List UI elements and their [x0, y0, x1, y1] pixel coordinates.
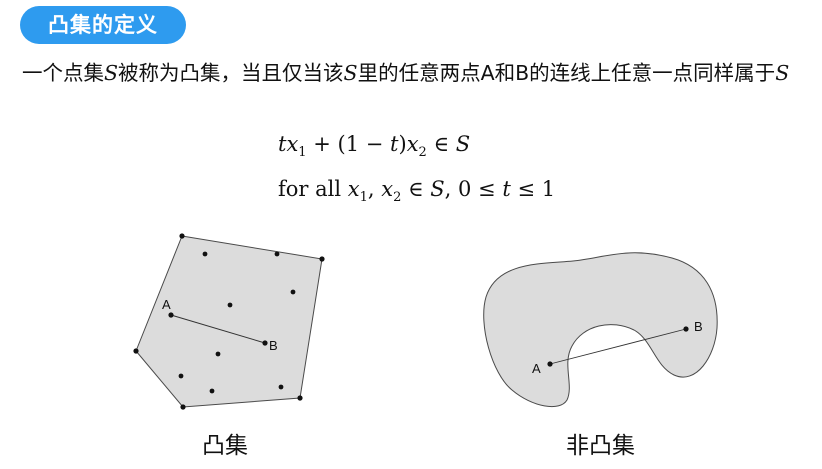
- interior-point: [215, 351, 221, 357]
- nonconvex-caption: 非凸集: [566, 433, 635, 459]
- interior-point: [178, 373, 184, 379]
- vertex-point: [297, 395, 303, 401]
- convex-set-figure: A B: [133, 233, 325, 410]
- diagram-canvas: A B A B: [133, 233, 718, 410]
- convex-caption: 凸集: [202, 433, 248, 459]
- convex-polygon: [135, 235, 323, 408]
- vertex-point: [319, 256, 325, 262]
- label-a: A: [532, 361, 541, 376]
- interior-point: [209, 388, 215, 394]
- vertex-point: [133, 348, 139, 354]
- point-a: [547, 361, 553, 367]
- point-a: [168, 312, 174, 318]
- point-b: [683, 326, 689, 332]
- interior-point: [274, 251, 280, 257]
- interior-point: [202, 251, 208, 257]
- label-b: B: [269, 338, 278, 353]
- interior-point: [278, 384, 284, 390]
- vertex-point: [180, 404, 186, 410]
- vertex-point: [179, 233, 185, 239]
- nonconvex-set-figure: A B: [483, 252, 718, 408]
- point-b: [262, 340, 268, 346]
- interior-point: [227, 302, 233, 308]
- label-b: B: [694, 319, 703, 334]
- interior-point: [290, 289, 296, 295]
- label-a: A: [162, 297, 171, 312]
